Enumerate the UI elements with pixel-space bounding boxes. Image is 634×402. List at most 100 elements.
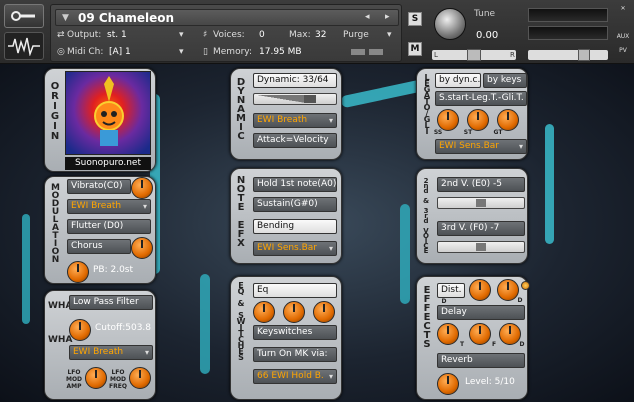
attack-button[interactable]: Attack=Velocity — [253, 133, 337, 148]
dynamic-value-display: Dynamic: 33/64 — [253, 73, 337, 88]
delay-time-knob[interactable] — [437, 323, 459, 345]
voices-label: Voices: — [213, 30, 245, 40]
distortion-button[interactable]: Dist. — [437, 283, 465, 298]
flutter-button[interactable]: Flutter (D0) — [67, 219, 151, 234]
delay-button[interactable]: Delay — [437, 305, 525, 320]
modulation-title: MODULATION — [50, 183, 61, 263]
prev-instrument-icon[interactable]: ◂ — [365, 12, 370, 22]
instrument-info-panel: ▼ 09 Chameleon ◂ ▸ ⇄ Output: st. 1 ▾ ♯ V… — [50, 4, 402, 62]
tune-value: 0.00 — [476, 30, 499, 41]
note-efx-panel: NOTE EFX Hold 1st note(A0) Sustain(G#0) … — [230, 168, 342, 264]
view-toggle-1[interactable] — [351, 49, 365, 55]
st-label: ST — [463, 129, 473, 136]
legato-panel: LEGATO/GLI by dyn.c. by keys S.start-Leg… — [416, 68, 528, 160]
st-knob[interactable] — [467, 109, 489, 131]
wha-panel: WHA WHA Low Pass Filter Cutoff:503.8 EWI… — [44, 290, 156, 400]
volume-slider[interactable] — [528, 50, 608, 60]
sustain-button[interactable]: Sustain(G#0) — [253, 197, 337, 212]
modulation-panel: MODULATION Vibrato(C0) EWI Breath ▾ Flutt… — [44, 176, 156, 284]
mk-source-dropdown[interactable]: 66 EWI Hold B. ▾ — [253, 369, 337, 384]
bending-source-dropdown[interactable]: EWI Sens.Bar ▾ — [253, 241, 337, 256]
lfo-amp-knob[interactable] — [85, 367, 107, 389]
origin-title: ORIGIN — [49, 81, 61, 141]
eq-low-knob[interactable] — [253, 301, 275, 323]
output-label: Output: — [67, 30, 102, 40]
modulation-source-dropdown[interactable]: EWI Breath ▾ — [67, 199, 151, 214]
origin-artwork — [65, 71, 151, 155]
midi-icon: ◎ — [57, 47, 65, 57]
pitchbend-knob[interactable] — [67, 261, 89, 283]
instrument-name[interactable]: 09 Chameleon — [78, 11, 174, 25]
gt-label: GT — [493, 129, 503, 136]
delay-knob-f-label: F — [491, 341, 497, 348]
eq-button[interactable]: Eq — [253, 283, 337, 298]
ss-label: SS — [433, 129, 443, 136]
legato-by-dyn-button[interactable]: by dyn.c. — [435, 73, 481, 88]
cutoff-knob[interactable] — [69, 319, 91, 341]
wrench-icon — [11, 11, 35, 21]
waveform-icon[interactable] — [4, 32, 44, 60]
reverb-button[interactable]: Reverb — [437, 353, 525, 368]
output-dropdown-icon[interactable]: ▾ — [179, 30, 184, 40]
third-voice-button[interactable]: 3rd V. (F0) -7 — [437, 221, 525, 236]
legato-by-keys-button[interactable]: by keys — [483, 73, 527, 88]
wha-source-dropdown[interactable]: EWI Breath ▾ — [69, 345, 153, 360]
keyswitches-button[interactable]: Keyswitches — [253, 325, 337, 340]
close-icon[interactable]: ✕ — [614, 2, 632, 16]
aux-button[interactable]: AUX — [614, 30, 632, 44]
instrument-name-bar: ▼ 09 Chameleon ◂ ▸ — [55, 9, 399, 26]
gt-knob[interactable] — [497, 109, 519, 131]
collapse-arrow-icon[interactable]: ▼ — [62, 13, 69, 23]
midi-channel-select[interactable]: [A] 1 — [109, 47, 131, 57]
second-voice-button[interactable]: 2nd V. (E0) -5 — [437, 177, 525, 192]
third-voice-slider[interactable] — [437, 241, 525, 253]
wha-title-2: WHA — [48, 335, 73, 345]
reverb-level-label: Level: 5/10 — [465, 377, 515, 387]
reverb-level-knob[interactable] — [437, 373, 459, 395]
tune-label: Tune — [474, 9, 496, 19]
vibrato-knob[interactable] — [131, 177, 153, 199]
hold-first-note-button[interactable]: Hold 1st note(A0) — [253, 177, 337, 192]
low-pass-filter-button[interactable]: Low Pass Filter — [69, 295, 153, 310]
chorus-knob[interactable] — [131, 237, 153, 259]
pv-button[interactable]: PV — [614, 44, 632, 58]
pitchbend-label: PB: 2.0st — [93, 265, 134, 275]
memory-label: Memory: — [213, 47, 252, 57]
distortion-drive-knob[interactable] — [469, 279, 491, 301]
delay-feedback-knob[interactable] — [469, 323, 491, 345]
next-instrument-icon[interactable]: ▸ — [385, 12, 390, 22]
eq-high-knob[interactable] — [313, 301, 335, 323]
chorus-button[interactable]: Chorus — [67, 239, 131, 254]
purge-dropdown-icon[interactable]: ▾ — [387, 30, 392, 40]
view-toggle-2[interactable] — [369, 49, 383, 55]
dynamic-slider[interactable] — [253, 93, 337, 105]
dynamic-source-dropdown[interactable]: EWI Breath ▾ — [253, 113, 337, 128]
ss-knob[interactable] — [437, 109, 459, 131]
solo-button[interactable]: S — [408, 12, 422, 26]
max-voices-value[interactable]: 32 — [315, 30, 326, 40]
tune-knob[interactable] — [434, 8, 466, 40]
pan-left-label: L — [434, 51, 438, 59]
pan-handle[interactable] — [467, 49, 481, 61]
purge-menu[interactable]: Purge — [343, 30, 369, 40]
vibrato-button[interactable]: Vibrato(C0) — [67, 179, 131, 194]
dropdown-arrow-icon: ▾ — [518, 142, 523, 151]
bending-button[interactable]: Bending — [253, 219, 337, 234]
legato-source-dropdown[interactable]: EWI Sens.Bar ▾ — [435, 139, 527, 154]
legato-mode-label: S.start-Leg.T.-Gli.T. — [435, 91, 527, 106]
background-tube — [545, 124, 554, 244]
mute-button[interactable]: M — [408, 42, 422, 56]
delay-knob-d-label: D — [519, 341, 525, 348]
wrench-button[interactable] — [4, 4, 44, 28]
memory-icon: ▯ — [203, 47, 208, 57]
eq-mid-knob[interactable] — [283, 301, 305, 323]
output-select[interactable]: st. 1 — [107, 30, 127, 40]
website-label[interactable]: Suonopuro.net — [65, 157, 151, 170]
second-voice-slider[interactable] — [437, 197, 525, 209]
eq-switches-title: EQ & SWITCHES — [236, 281, 246, 359]
volume-handle[interactable] — [578, 49, 590, 61]
midi-dropdown-icon[interactable]: ▾ — [179, 47, 184, 57]
dropdown-arrow-icon: ▾ — [144, 348, 149, 357]
lfo-freq-knob[interactable] — [129, 367, 151, 389]
background-tube — [400, 204, 410, 304]
